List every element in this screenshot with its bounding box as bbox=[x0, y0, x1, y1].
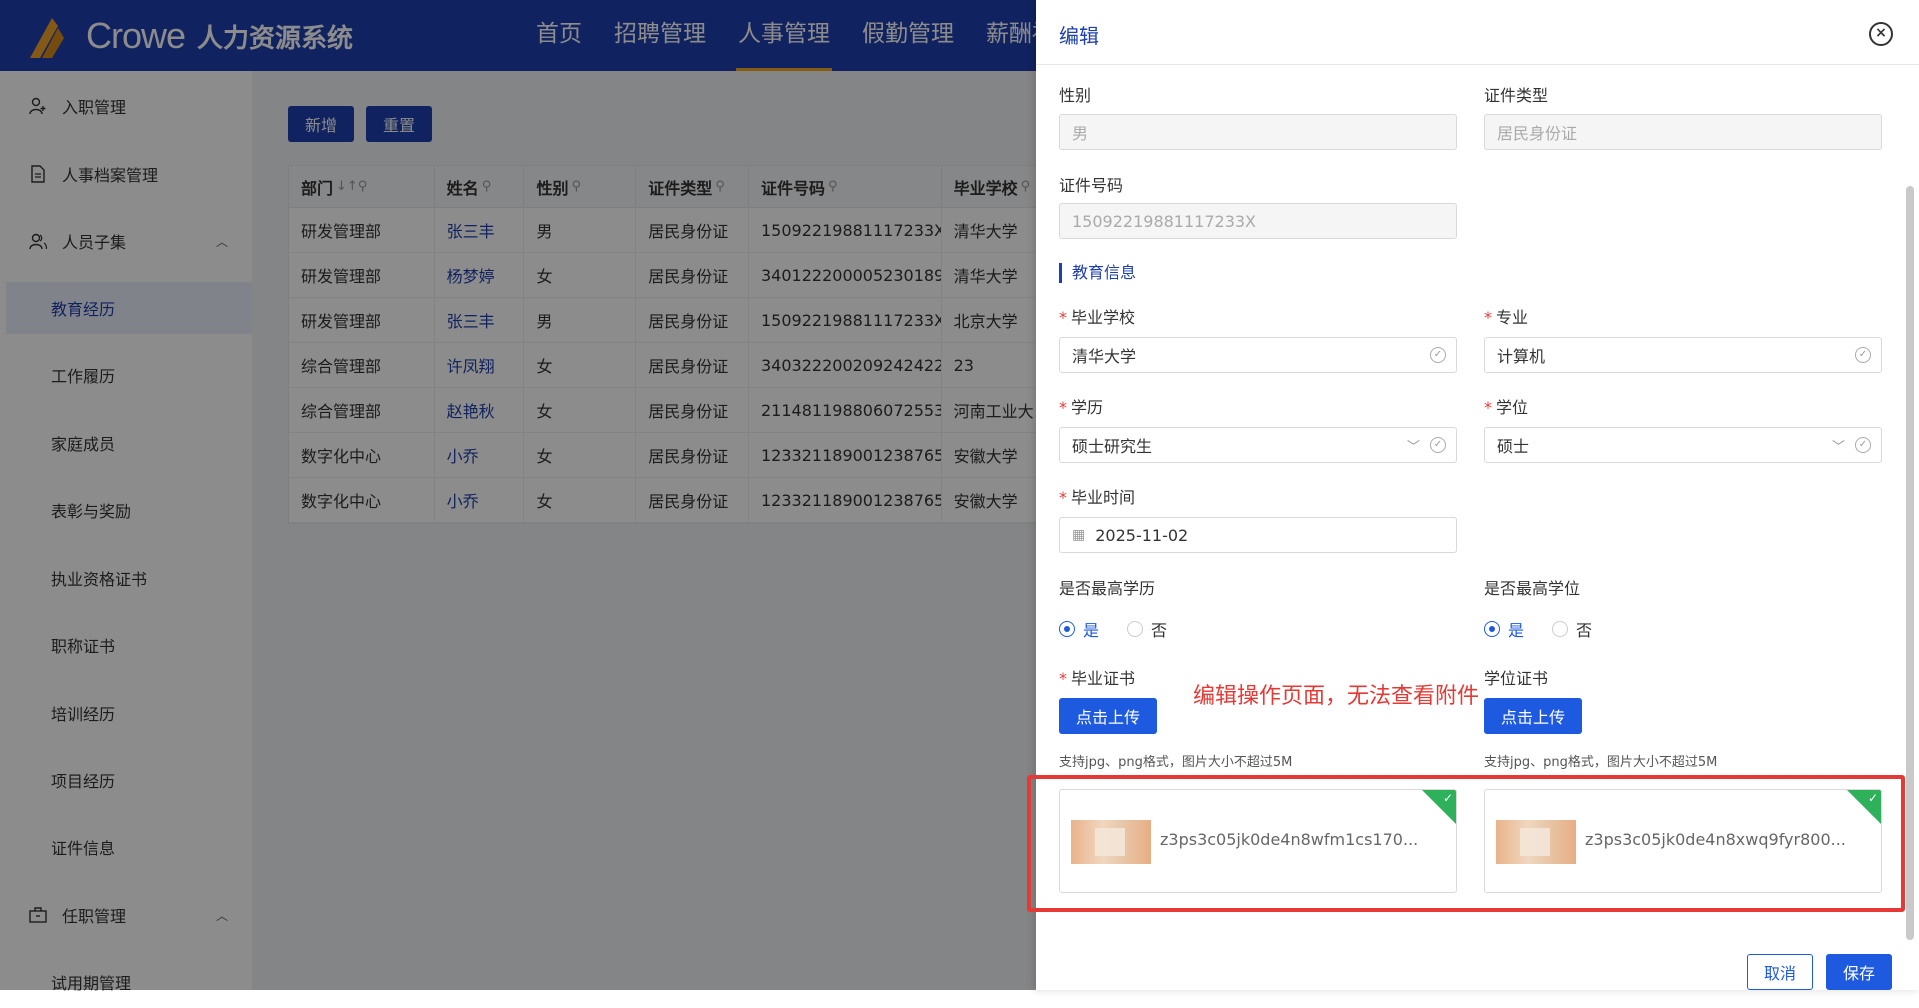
highest-degree-label: 是否最高学位 bbox=[1484, 579, 1581, 598]
id-type-label: 证件类型 bbox=[1484, 86, 1549, 105]
highest-degree-radio-group: 是 否 bbox=[1484, 617, 1620, 641]
degree-select[interactable]: 硕士 ﹀ ✓ bbox=[1484, 427, 1882, 463]
check-circle-icon: ✓ bbox=[1430, 437, 1446, 453]
school-input[interactable]: 清华大学 ✓ bbox=[1059, 337, 1457, 373]
highest-edu-no-radio[interactable] bbox=[1127, 621, 1144, 637]
section-education-title: 教育信息 bbox=[1059, 263, 1136, 283]
major-label: * 专业 bbox=[1484, 308, 1529, 327]
cancel-button[interactable]: 取消 bbox=[1747, 954, 1813, 990]
check-circle-icon: ✓ bbox=[1430, 347, 1446, 363]
id-type-field: 居民身份证 bbox=[1484, 114, 1882, 150]
education-label: * 学历 bbox=[1059, 398, 1104, 417]
save-button[interactable]: 保存 bbox=[1826, 954, 1892, 990]
degree-cert-label: 学位证书 bbox=[1484, 669, 1549, 688]
drawer-header: 编辑 × bbox=[1036, 0, 1919, 65]
modal-overlay[interactable] bbox=[0, 0, 1036, 990]
major-input[interactable]: 计算机 ✓ bbox=[1484, 337, 1882, 373]
highest-edu-radio-group: 是 否 bbox=[1059, 617, 1195, 641]
gender-label: 性别 bbox=[1059, 86, 1092, 105]
gender-field: 男 bbox=[1059, 114, 1457, 150]
degree-label: * 学位 bbox=[1484, 398, 1529, 417]
highest-edu-label: 是否最高学历 bbox=[1059, 579, 1156, 598]
highest-edu-yes-radio[interactable] bbox=[1059, 621, 1075, 637]
check-circle-icon: ✓ bbox=[1855, 347, 1871, 363]
grad-date-label: * 毕业时间 bbox=[1059, 488, 1136, 507]
degree-cert-upload-button[interactable]: 点击上传 bbox=[1484, 698, 1582, 734]
calendar-icon: ▦ bbox=[1072, 527, 1086, 543]
annotation-highlight-box bbox=[1027, 775, 1905, 912]
id-number-label: 证件号码 bbox=[1059, 176, 1124, 195]
chevron-down-icon: ﹀ bbox=[1406, 440, 1420, 455]
drawer-scrollbar[interactable] bbox=[1906, 186, 1914, 940]
diploma-label: * 毕业证书 bbox=[1059, 669, 1136, 688]
check-circle-icon: ✓ bbox=[1855, 437, 1871, 453]
diploma-hint: 支持jpg、png格式，图片大小不超过5M bbox=[1059, 755, 1293, 770]
degree-cert-hint: 支持jpg、png格式，图片大小不超过5M bbox=[1484, 755, 1718, 770]
close-icon[interactable]: × bbox=[1869, 22, 1893, 46]
id-number-field: 15092219881117233X bbox=[1059, 203, 1457, 239]
annotation-text: 编辑操作页面，无法查看附件 bbox=[1193, 684, 1480, 709]
diploma-upload-button[interactable]: 点击上传 bbox=[1059, 698, 1157, 734]
drawer-title: 编辑 bbox=[1059, 24, 1099, 48]
education-select[interactable]: 硕士研究生 ﹀ ✓ bbox=[1059, 427, 1457, 463]
school-label: * 毕业学校 bbox=[1059, 308, 1136, 327]
chevron-down-icon: ﹀ bbox=[1831, 440, 1845, 455]
highest-degree-no-radio[interactable] bbox=[1552, 621, 1569, 637]
highest-degree-yes-radio[interactable] bbox=[1484, 621, 1500, 637]
grad-date-picker[interactable]: ▦ 2025-11-02 bbox=[1059, 517, 1457, 553]
